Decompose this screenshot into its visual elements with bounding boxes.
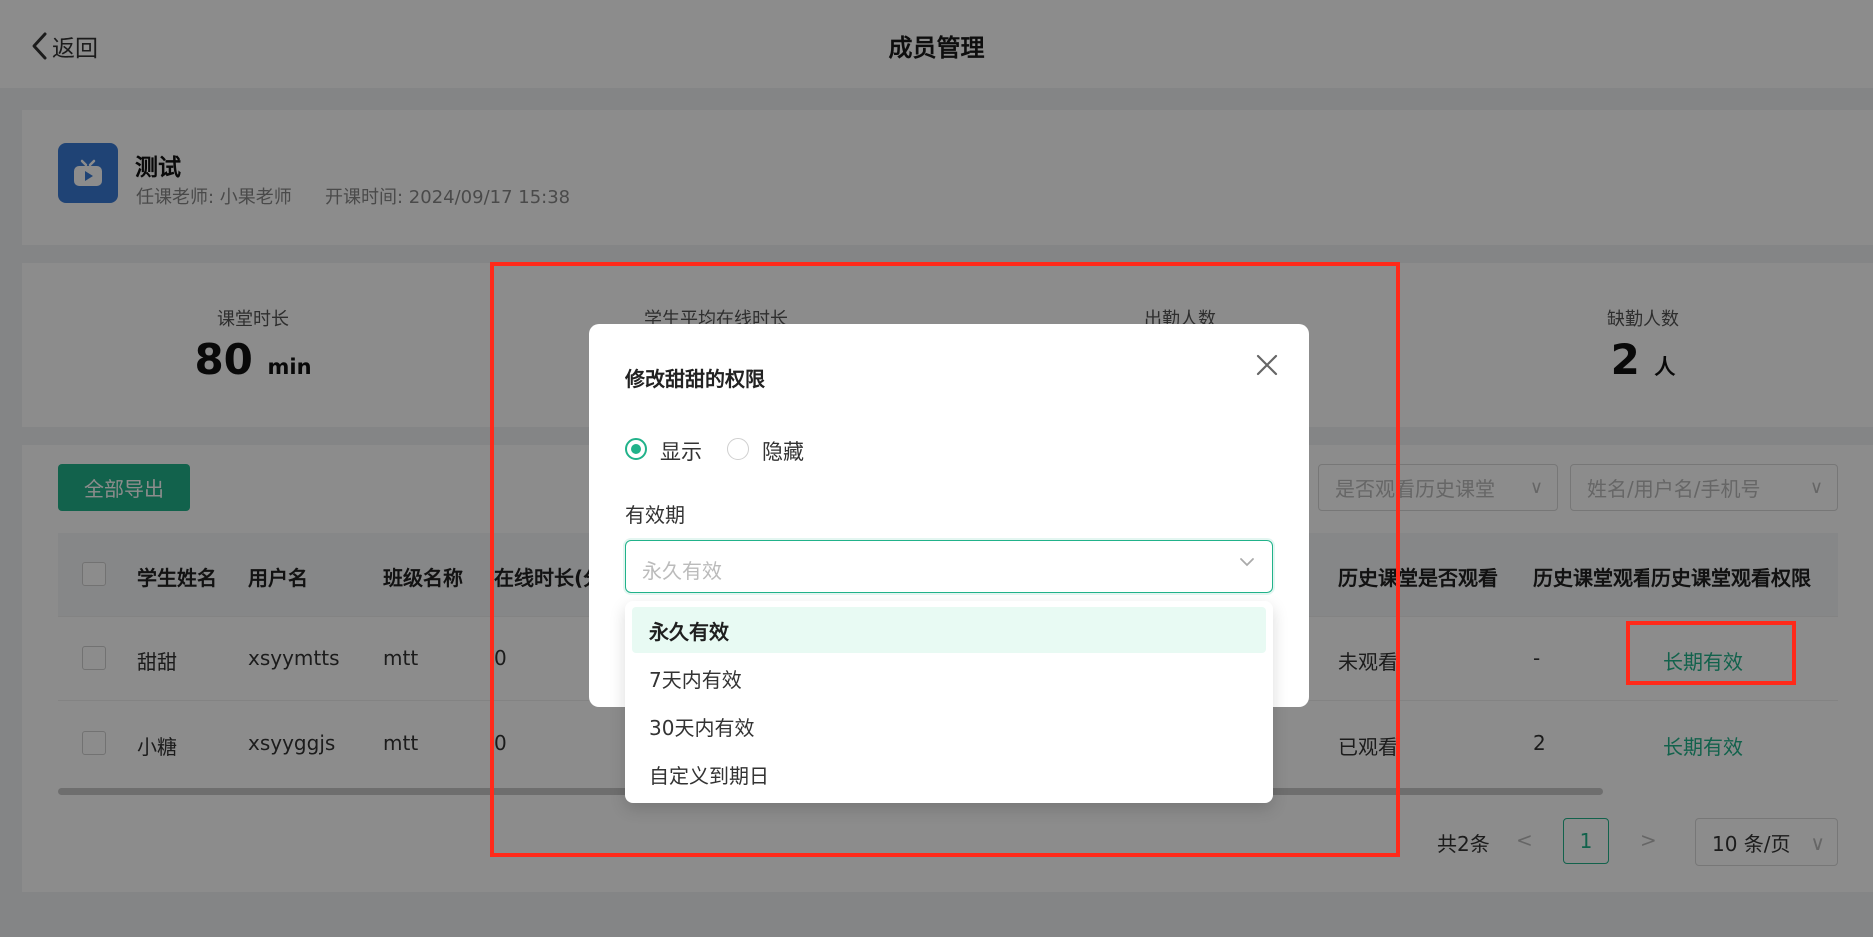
highlight-box-modal — [490, 262, 1400, 857]
highlight-box-permission — [1626, 621, 1796, 685]
